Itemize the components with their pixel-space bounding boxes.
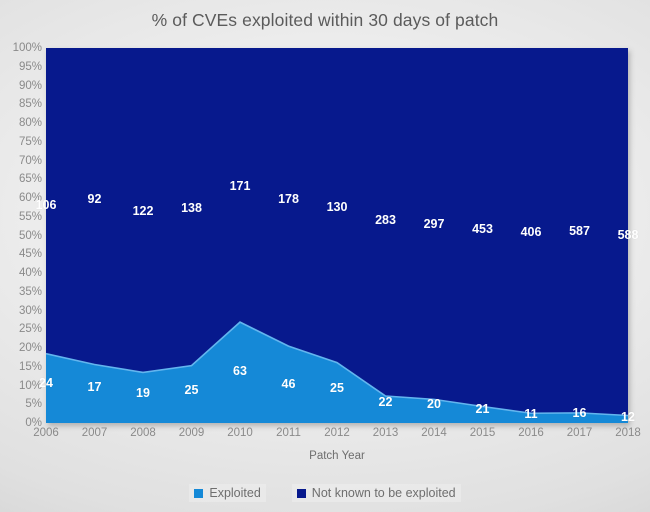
y-axis-tick: 65% [18, 173, 42, 186]
x-axis-tick: 2014 [421, 427, 447, 439]
y-axis-tick: 75% [18, 135, 42, 148]
legend-item-label: Exploited [209, 486, 261, 500]
y-axis-tick: 70% [18, 154, 42, 167]
x-axis-tick: 2009 [178, 427, 205, 439]
chart-legend: Exploited Not known to be exploited [0, 484, 650, 502]
y-axis-tick: 85% [18, 98, 42, 111]
y-axis-tick: 35% [18, 285, 42, 298]
legend-item[interactable]: Not known to be exploited [291, 484, 461, 502]
y-axis-tick: 15% [18, 360, 42, 373]
y-axis-tick: 10% [18, 379, 42, 392]
x-axis: 2006 2007 2008 2009 2010 2011 2012 2013 2014 2015… [33, 427, 641, 447]
x-axis-tick: 2010 [227, 427, 253, 439]
stacked-area-plot [46, 48, 628, 423]
y-axis-tick: 95% [18, 60, 42, 73]
x-axis-tick: 2012 [324, 427, 350, 439]
legend-swatch-icon [194, 488, 204, 498]
y-axis-tick: 25% [18, 323, 42, 336]
x-axis-tick: 2011 [276, 427, 301, 439]
x-axis-tick: 2016 [518, 427, 544, 439]
y-axis: 0% 5% 10% 15% 20% 25% 30% 35% 40% 45% 50% 55% 60% 65%… [0, 42, 42, 429]
y-axis-tick: 5% [25, 398, 42, 411]
x-axis-tick: 2008 [130, 427, 156, 439]
y-axis-tick: 40% [18, 267, 42, 279]
x-axis-title: Patch Year [309, 450, 365, 462]
y-axis-tick: 45% [18, 248, 42, 261]
plot-area [46, 48, 628, 423]
y-axis-tick: 50% [18, 229, 42, 242]
x-axis-tick: 2015 [469, 427, 496, 439]
x-axis-tick: 2018 [615, 427, 641, 439]
y-axis-tick: 100% [12, 42, 42, 54]
y-axis-tick: 20% [18, 342, 42, 354]
x-axis-tick: 2006 [33, 427, 59, 439]
x-axis-tick: 2017 [566, 427, 593, 439]
chart-title: % of CVEs exploited within 30 days of pa… [151, 10, 499, 30]
y-axis-tick: 55% [18, 210, 42, 223]
y-axis-tick: 30% [18, 304, 42, 317]
x-axis-tick: 2013 [372, 427, 399, 439]
y-axis-tick: 90% [18, 79, 42, 92]
y-axis-tick: 80% [18, 117, 42, 129]
y-axis-tick: 60% [18, 192, 42, 204]
legend-item[interactable]: Exploited [189, 484, 266, 502]
chart-container: % of CVEs exploited within 30 days of pa… [0, 0, 650, 512]
legend-item-label: Not known to be exploited [311, 486, 456, 500]
x-axis-tick: 2007 [81, 427, 108, 439]
legend-swatch-icon [296, 488, 306, 498]
